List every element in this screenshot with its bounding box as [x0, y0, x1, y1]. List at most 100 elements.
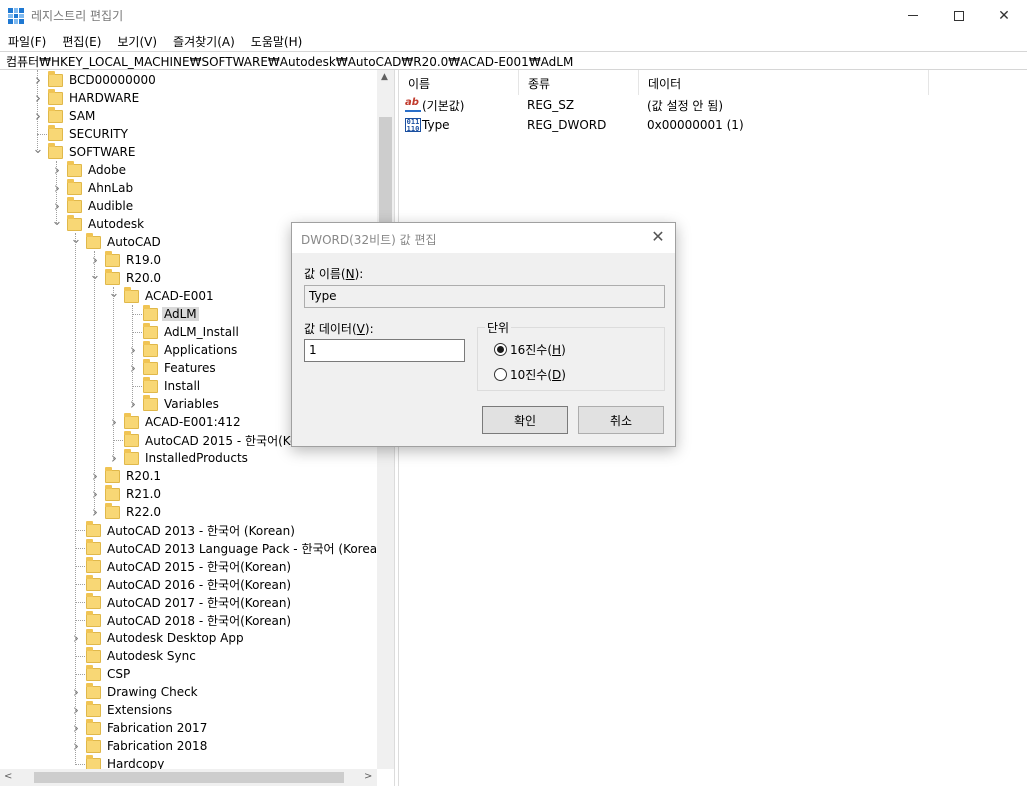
- list-item[interactable]: ab (기본값) REG_SZ (값 설정 안 됨): [399, 95, 1027, 115]
- chevron-right-icon[interactable]: ›: [89, 467, 101, 485]
- column-header-type[interactable]: 종류: [519, 70, 639, 95]
- chevron-right-icon[interactable]: ›: [70, 737, 82, 755]
- chevron-right-icon[interactable]: ›: [89, 485, 101, 503]
- tree-item-label: R22.0: [126, 505, 162, 519]
- dialog-close-icon[interactable]: ✕: [648, 228, 668, 248]
- tree-item[interactable]: AutoCAD 2013 - 한국어 (Korean): [70, 520, 297, 539]
- tree-item-label: Drawing Check: [107, 685, 198, 699]
- chevron-down-icon[interactable]: ⌄: [32, 140, 44, 158]
- folder-icon: [124, 430, 139, 447]
- tree-item-label: Features: [164, 361, 216, 375]
- tree-item-label: AutoCAD: [107, 235, 161, 249]
- scroll-right-icon[interactable]: >: [364, 771, 372, 782]
- dec-radio[interactable]: [494, 368, 507, 381]
- tree-item[interactable]: › Fabrication 2018: [70, 736, 209, 755]
- menu-help[interactable]: 도움말(H): [243, 31, 311, 51]
- tree-item[interactable]: AutoCAD 2013 Language Pack - 한국어 (Korean…: [70, 538, 391, 557]
- chevron-right-icon[interactable]: ›: [51, 179, 63, 197]
- menu-file[interactable]: 파일(F): [0, 31, 54, 51]
- chevron-right-icon[interactable]: ›: [51, 161, 63, 179]
- value-data-input[interactable]: 1: [304, 339, 465, 362]
- tree-item[interactable]: › Drawing Check: [70, 682, 200, 701]
- chevron-right-icon[interactable]: ›: [108, 449, 120, 467]
- tree-item[interactable]: AdLM_Install: [127, 322, 241, 341]
- tree-item[interactable]: › Autodesk Desktop App: [70, 628, 246, 647]
- column-header-name[interactable]: 이름: [399, 70, 519, 95]
- menu-view[interactable]: 보기(V): [109, 31, 165, 51]
- chevron-right-icon[interactable]: ›: [127, 341, 139, 359]
- chevron-right-icon[interactable]: ›: [108, 413, 120, 431]
- folder-icon: [86, 610, 101, 627]
- list-header: 이름 종류 데이터: [399, 70, 1027, 95]
- chevron-down-icon[interactable]: ⌄: [108, 284, 120, 302]
- tree-item[interactable]: › Adobe: [51, 160, 128, 179]
- chevron-right-icon[interactable]: ›: [32, 107, 44, 125]
- chevron-right-icon[interactable]: ›: [70, 629, 82, 647]
- hex-radio[interactable]: [494, 343, 507, 356]
- menu-edit[interactable]: 편집(E): [54, 31, 109, 51]
- folder-icon: [86, 736, 101, 753]
- regedit-app-icon: [8, 8, 24, 24]
- tree-item[interactable]: › InstalledProducts: [108, 448, 250, 467]
- tree-item-label: AutoCAD 2013 Language Pack - 한국어 (Korean…: [107, 541, 390, 556]
- chevron-down-icon[interactable]: ⌄: [89, 266, 101, 284]
- folder-icon: [86, 682, 101, 699]
- scroll-up-icon[interactable]: ▲: [381, 72, 388, 82]
- tree-item[interactable]: ⌄ R20.0: [89, 266, 163, 287]
- tree-item[interactable]: ⌄ AutoCAD: [70, 230, 163, 251]
- tree-item[interactable]: AutoCAD 2016 - 한국어(Korean): [70, 574, 293, 593]
- tree-item[interactable]: › R21.0: [89, 484, 163, 503]
- tree-guide-line: [94, 251, 95, 513]
- tree-item[interactable]: ⌄ ACAD-E001: [108, 284, 216, 305]
- tree-item[interactable]: AutoCAD 2017 - 한국어(Korean): [70, 592, 293, 611]
- tree-item[interactable]: › Variables: [127, 394, 221, 413]
- column-header-data[interactable]: 데이터: [639, 70, 929, 95]
- address-bar[interactable]: 컴퓨터₩HKEY_LOCAL_MACHINE₩SOFTWARE₩Autodesk…: [0, 51, 1027, 70]
- tree-item[interactable]: Autodesk Sync: [70, 646, 198, 665]
- tree-item[interactable]: › R20.1: [89, 466, 163, 485]
- tree-horizontal-scrollbar[interactable]: < >: [0, 769, 377, 786]
- chevron-down-icon[interactable]: ⌄: [51, 212, 63, 230]
- value-data-label: 값 데이터(V):: [304, 322, 374, 336]
- tree-item[interactable]: › SAM: [32, 106, 97, 125]
- scroll-left-icon[interactable]: <: [4, 771, 12, 782]
- menu-favorites[interactable]: 즐겨찾기(A): [165, 31, 243, 51]
- chevron-right-icon[interactable]: ›: [32, 71, 44, 89]
- chevron-right-icon[interactable]: ›: [32, 89, 44, 107]
- tree-item[interactable]: ⌄ SOFTWARE: [32, 140, 137, 161]
- ok-button[interactable]: 확인: [482, 406, 568, 434]
- tree-item[interactable]: › Audible: [51, 196, 135, 215]
- tree-item[interactable]: › BCD00000000: [32, 70, 158, 89]
- tree-item-label: R20.1: [126, 469, 162, 483]
- chevron-right-icon[interactable]: ›: [127, 359, 139, 377]
- cancel-button[interactable]: 취소: [578, 406, 664, 434]
- chevron-right-icon[interactable]: ›: [70, 683, 82, 701]
- maximize-button[interactable]: [936, 0, 982, 31]
- chevron-right-icon[interactable]: ›: [89, 503, 101, 521]
- tree-item[interactable]: › ACAD-E001:412: [108, 412, 243, 431]
- tree-item[interactable]: › R22.0: [89, 502, 163, 521]
- close-button[interactable]: ✕: [981, 0, 1027, 31]
- chevron-down-icon[interactable]: ⌄: [70, 230, 82, 248]
- tree-item[interactable]: › AhnLab: [51, 178, 135, 197]
- tree-item-label: AutoCAD 2017 - 한국어(Korean): [107, 595, 292, 610]
- chevron-right-icon[interactable]: ›: [70, 701, 82, 719]
- tree-item[interactable]: › Features: [127, 358, 218, 377]
- chevron-right-icon[interactable]: ›: [70, 719, 82, 737]
- tree-item[interactable]: › HARDWARE: [32, 88, 141, 107]
- folder-icon: [86, 718, 101, 735]
- tree-item[interactable]: › Applications: [127, 340, 239, 359]
- list-item[interactable]: 011 110 Type REG_DWORD 0x00000001 (1): [399, 115, 1027, 135]
- tree-item[interactable]: AutoCAD 2018 - 한국어(Korean): [70, 610, 293, 629]
- tree-hscroll-thumb[interactable]: [34, 772, 344, 783]
- tree-item[interactable]: › Extensions: [70, 700, 174, 719]
- tree-item[interactable]: AutoCAD 2015 - 한국어(Korean): [70, 556, 293, 575]
- tree-item[interactable]: ⌄ Autodesk: [51, 212, 146, 233]
- minimize-button[interactable]: [890, 0, 936, 31]
- dec-radio-option[interactable]: 10진수(D): [494, 366, 566, 383]
- tree-item[interactable]: › Fabrication 2017: [70, 718, 209, 737]
- chevron-right-icon[interactable]: ›: [127, 395, 139, 413]
- tree-item-label: Variables: [164, 397, 219, 411]
- hex-radio-option[interactable]: 16진수(H): [494, 341, 566, 358]
- value-name-field[interactable]: Type: [304, 285, 665, 308]
